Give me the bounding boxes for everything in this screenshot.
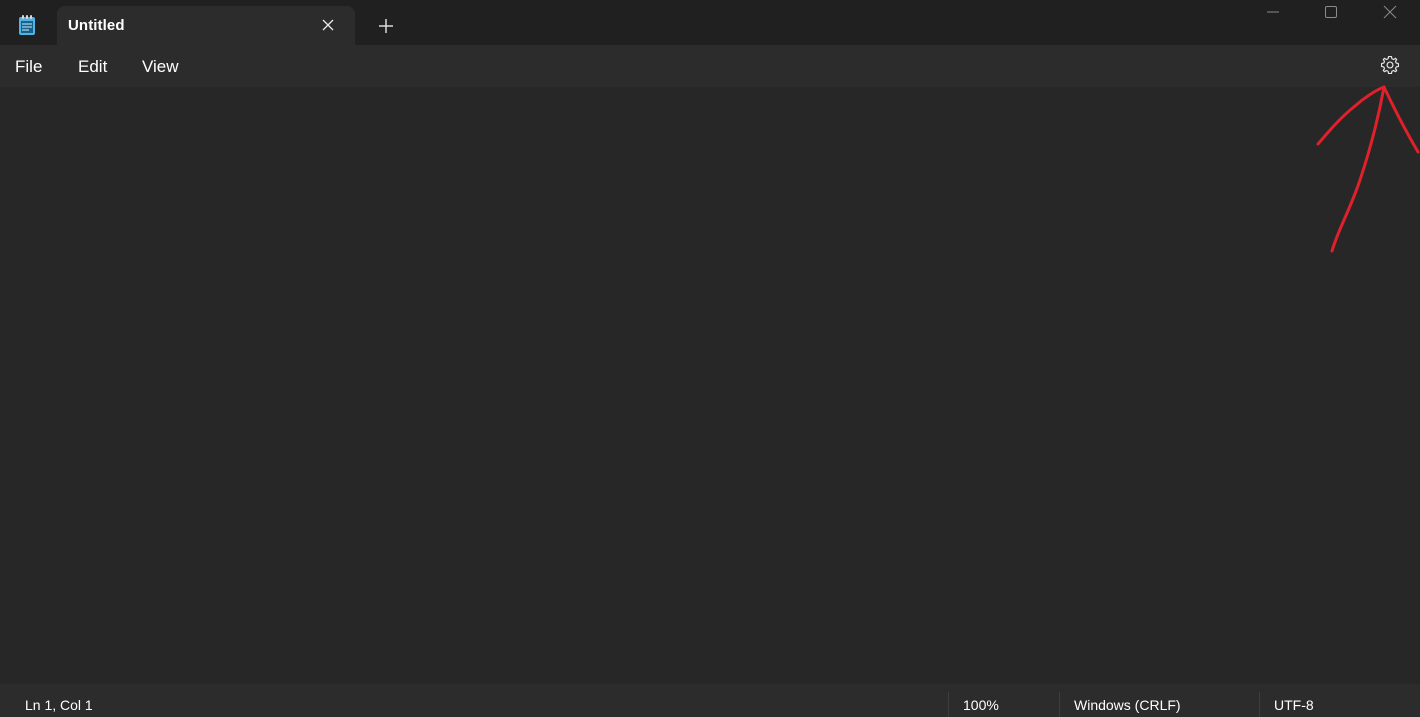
status-divider [948,692,949,717]
maximize-icon[interactable] [1321,4,1341,22]
status-bar: Ln 1, Col 1 100% Windows (CRLF) UTF-8 [0,684,1420,717]
close-icon[interactable] [1380,4,1400,22]
menu-view[interactable]: View [142,57,179,77]
line-ending[interactable]: Windows (CRLF) [1074,697,1181,713]
gear-icon[interactable] [1379,54,1401,76]
close-icon[interactable] [320,17,336,33]
tab-untitled[interactable]: Untitled [57,6,355,45]
cursor-position: Ln 1, Col 1 [25,697,93,713]
tab-title: Untitled [68,17,125,34]
status-divider [1259,692,1260,717]
encoding[interactable]: UTF-8 [1274,697,1314,713]
plus-icon[interactable] [376,16,396,36]
title-bar: Untitled [0,0,1420,45]
zoom-level[interactable]: 100% [963,697,999,713]
notepad-icon [19,15,35,35]
status-divider [1059,692,1060,717]
menu-edit[interactable]: Edit [78,57,107,77]
menu-file[interactable]: File [15,57,42,77]
text-editor[interactable] [0,87,1420,684]
minimize-icon[interactable] [1263,4,1283,22]
notepad-window: Untitled File Edit View Ln 1, Col 1 100%… [0,0,1420,717]
menu-bar: File Edit View [0,45,1420,87]
